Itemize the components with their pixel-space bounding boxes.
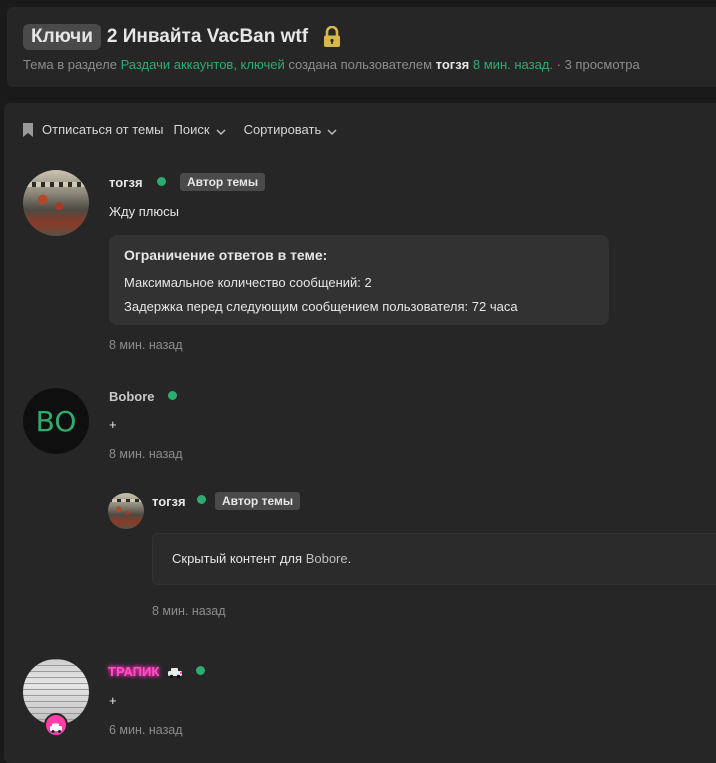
post-time[interactable]: 8 мин. назад bbox=[109, 338, 183, 352]
online-indicator bbox=[196, 666, 205, 675]
comment-username[interactable]: тогзя bbox=[152, 494, 186, 509]
hidden-content-suffix: . bbox=[347, 551, 352, 566]
post-text: + bbox=[109, 417, 117, 432]
chevron-down-icon bbox=[327, 125, 337, 135]
thread-meta: Тема в разделе Раздачи аккаунтов, ключей… bbox=[23, 57, 640, 72]
post-text: Жду плюсы bbox=[109, 204, 179, 219]
sort-dropdown[interactable]: Сортировать bbox=[244, 122, 338, 137]
meta-text-1: Тема в разделе bbox=[23, 57, 117, 72]
reply-restriction-box: Ограничение ответов в теме: Максимальное… bbox=[109, 235, 609, 325]
restriction-delay: Задержка перед следующим сообщением поль… bbox=[124, 299, 518, 314]
avatar[interactable] bbox=[108, 493, 144, 529]
avatar[interactable]: BO bbox=[23, 388, 89, 454]
post-username[interactable]: ТРАПИК bbox=[108, 664, 159, 679]
created-time-link[interactable]: 8 мин. назад. bbox=[473, 57, 553, 72]
car-icon bbox=[49, 720, 63, 733]
meta-text-2: создана пользователем bbox=[288, 57, 433, 72]
unsubscribe-button[interactable]: Отписаться от темы bbox=[22, 122, 164, 137]
unsubscribe-label: Отписаться от темы bbox=[42, 122, 164, 137]
chevron-down-icon bbox=[216, 125, 226, 135]
comment-time[interactable]: 8 мин. назад bbox=[152, 604, 226, 618]
restriction-title: Ограничение ответов в теме: bbox=[124, 247, 328, 263]
lock-icon bbox=[322, 25, 342, 48]
thread-header: Ключи 2 Инвайта VacBan wtf Тема в раздел… bbox=[7, 7, 716, 87]
thread-title-row: Ключи 2 Инвайта VacBan wtf bbox=[23, 24, 342, 50]
online-indicator bbox=[157, 177, 166, 186]
bookmark-icon bbox=[22, 122, 34, 137]
post-time[interactable]: 6 мин. назад bbox=[109, 723, 183, 737]
thread-container: Отписаться от темы Поиск Сортировать тог… bbox=[4, 103, 716, 763]
views-count: · 3 просмотра bbox=[556, 57, 640, 72]
thread-title: 2 Инвайта VacBan wtf bbox=[106, 26, 309, 47]
avatar[interactable] bbox=[23, 170, 89, 236]
avatar-badge bbox=[44, 713, 68, 737]
hidden-content-box: Скрытый контент для Bobore. bbox=[152, 533, 716, 585]
post-username[interactable]: тогзя bbox=[109, 175, 143, 190]
thread-actions: Отписаться от темы Поиск Сортировать bbox=[22, 122, 337, 137]
online-indicator bbox=[168, 391, 177, 400]
author-badge: Автор темы bbox=[180, 173, 266, 191]
search-dropdown[interactable]: Поиск bbox=[174, 122, 226, 137]
online-indicator bbox=[197, 495, 206, 504]
hidden-content-text: Скрытый контент для bbox=[172, 551, 303, 566]
post-username[interactable]: Bobore bbox=[109, 389, 155, 404]
car-icon bbox=[167, 666, 183, 679]
author-badge: Автор темы bbox=[215, 492, 301, 510]
post-text: + bbox=[109, 693, 117, 708]
user-mention[interactable]: Bobore bbox=[306, 551, 348, 566]
section-link[interactable]: Раздачи аккаунтов, ключей bbox=[121, 57, 285, 72]
author-link[interactable]: тогзя bbox=[436, 57, 470, 72]
restriction-max-messages: Максимальное количество сообщений: 2 bbox=[124, 275, 372, 290]
thread-prefix[interactable]: Ключи bbox=[23, 24, 101, 50]
sort-label: Сортировать bbox=[243, 122, 322, 137]
post-time[interactable]: 8 мин. назад bbox=[109, 447, 183, 461]
search-label: Поиск bbox=[173, 122, 210, 137]
